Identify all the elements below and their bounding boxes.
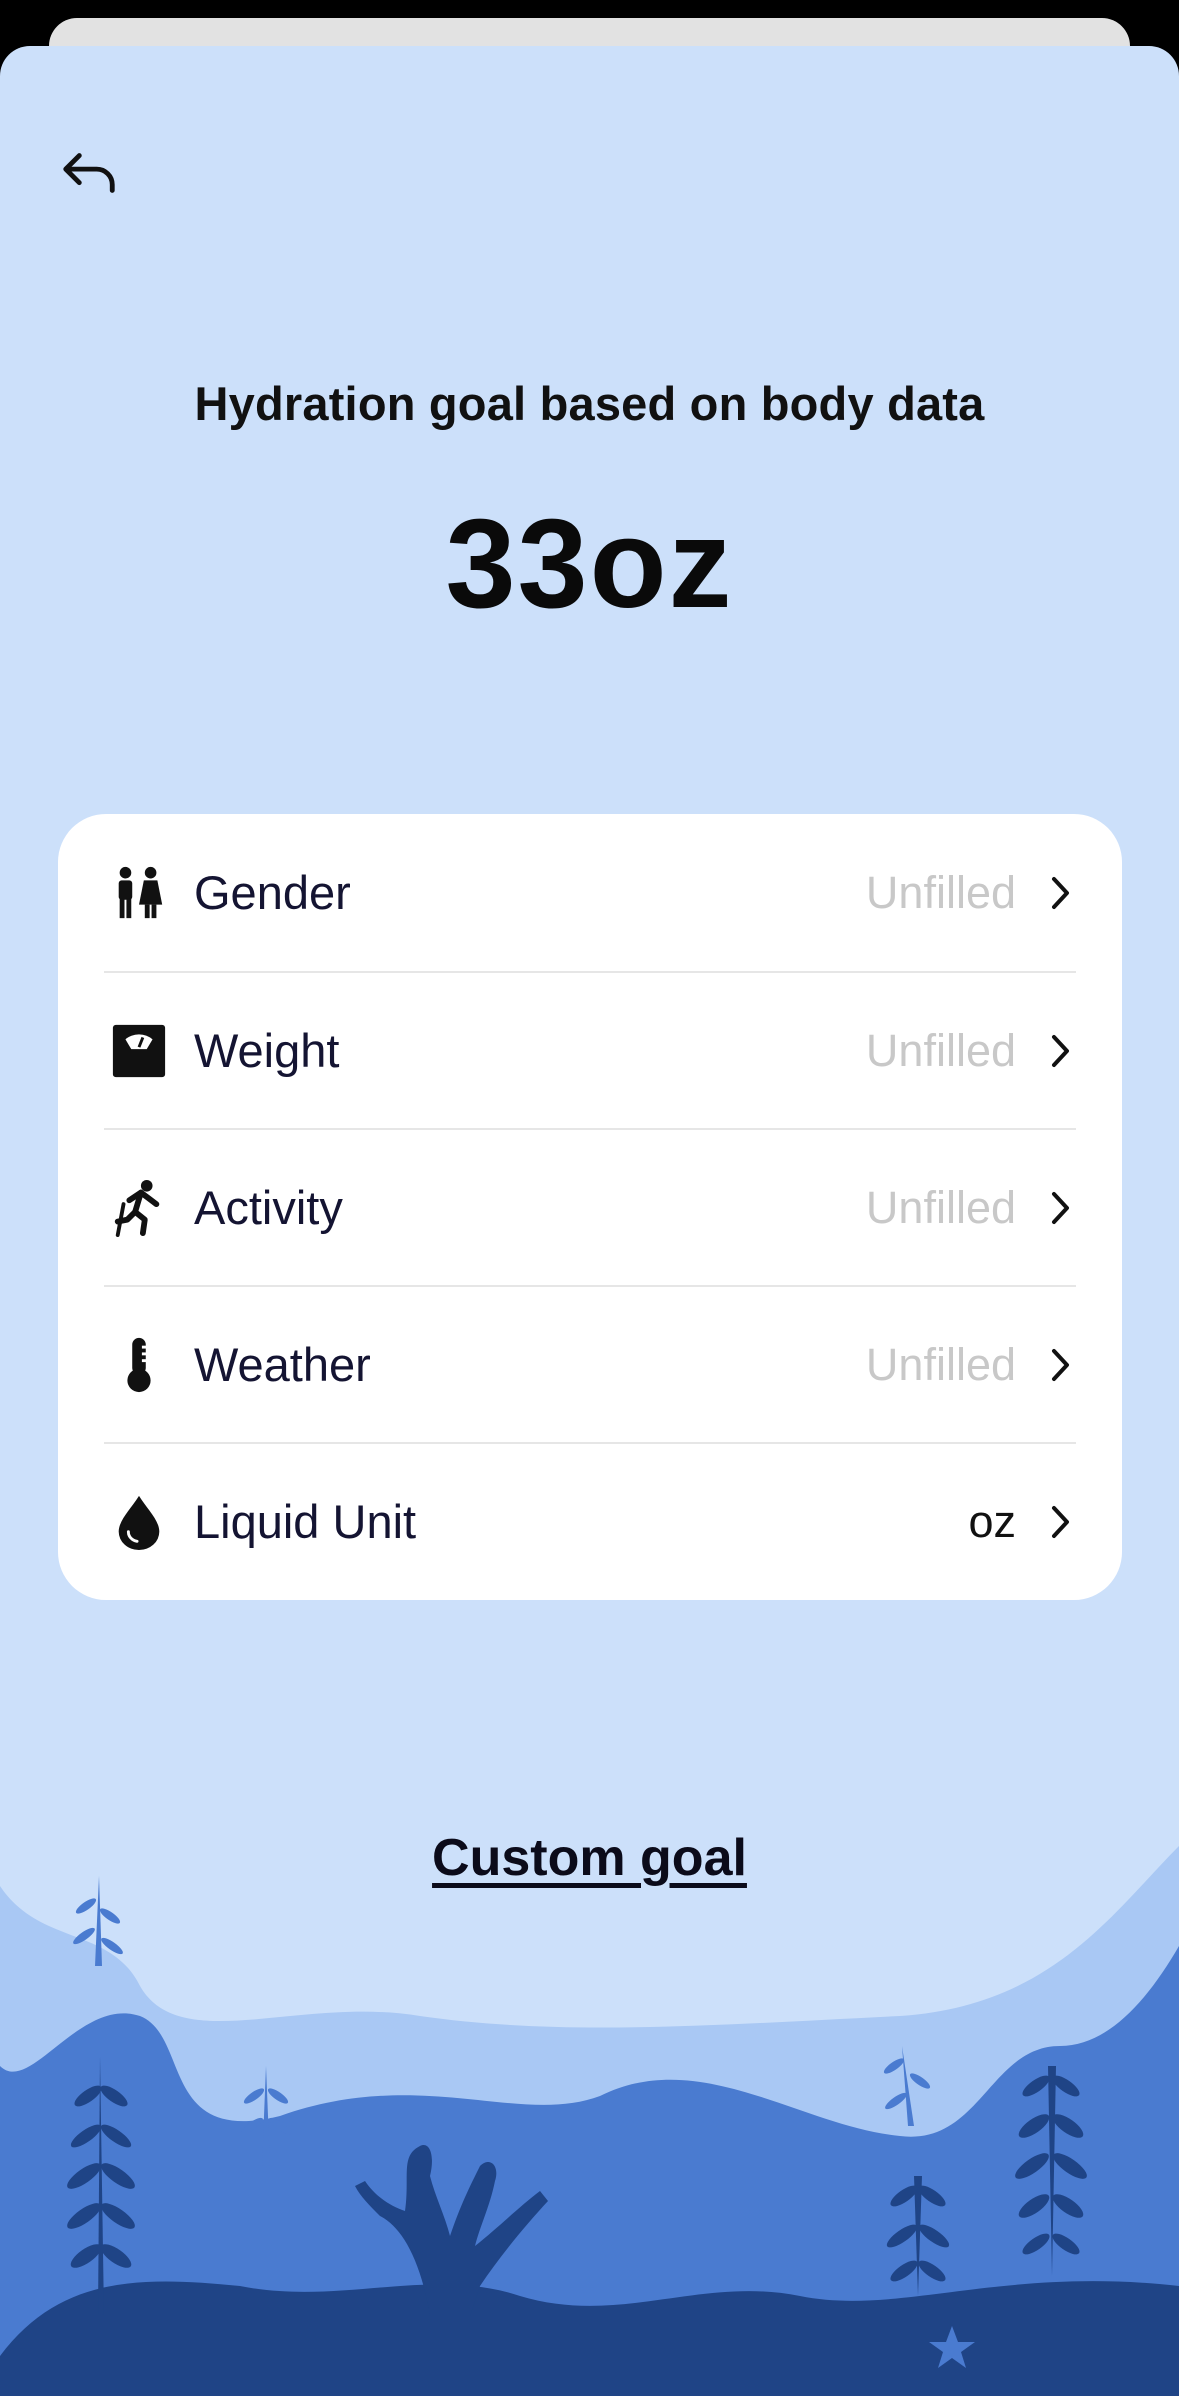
row-liquid-unit[interactable]: Liquid Unit oz [104,1442,1076,1599]
row-activity[interactable]: Activity Unfilled [104,1128,1076,1285]
back-button[interactable] [54,138,124,208]
scale-icon [108,1020,170,1082]
row-label: Liquid Unit [194,1495,417,1548]
row-value: Unfilled [865,1338,1016,1390]
gender-icon [108,862,170,924]
running-icon [108,1177,170,1239]
row-value: oz [968,1495,1016,1547]
row-weight[interactable]: Weight Unfilled [104,971,1076,1128]
row-value: Unfilled [865,866,1016,918]
chevron-right-icon [1046,1031,1076,1071]
row-value: Unfilled [865,1181,1016,1233]
row-label: Weight [194,1024,340,1077]
row-weather[interactable]: Weather Unfilled [104,1285,1076,1442]
goal-heading: Hydration goal based on body data [194,377,985,430]
row-label: Weather [194,1338,371,1391]
back-arrow-icon [63,153,115,193]
chevron-right-icon [1046,1345,1076,1385]
row-gender[interactable]: Gender Unfilled [104,814,1076,971]
goal-value: 33oz [445,493,734,634]
custom-goal-link[interactable]: Custom goal [0,1828,1179,1888]
chevron-right-icon [1046,1502,1076,1542]
row-label: Activity [194,1181,343,1234]
thermometer-icon [108,1334,170,1396]
water-drop-icon [108,1491,170,1553]
row-label: Gender [194,866,351,919]
chevron-right-icon [1046,1188,1076,1228]
hydration-goal-sheet: Hydration goal based on body data 33oz G… [0,46,1179,2396]
row-value: Unfilled [865,1024,1016,1076]
chevron-right-icon [1046,873,1076,913]
body-data-card: Gender Unfilled Weight Unfilled Activity… [58,814,1122,1600]
